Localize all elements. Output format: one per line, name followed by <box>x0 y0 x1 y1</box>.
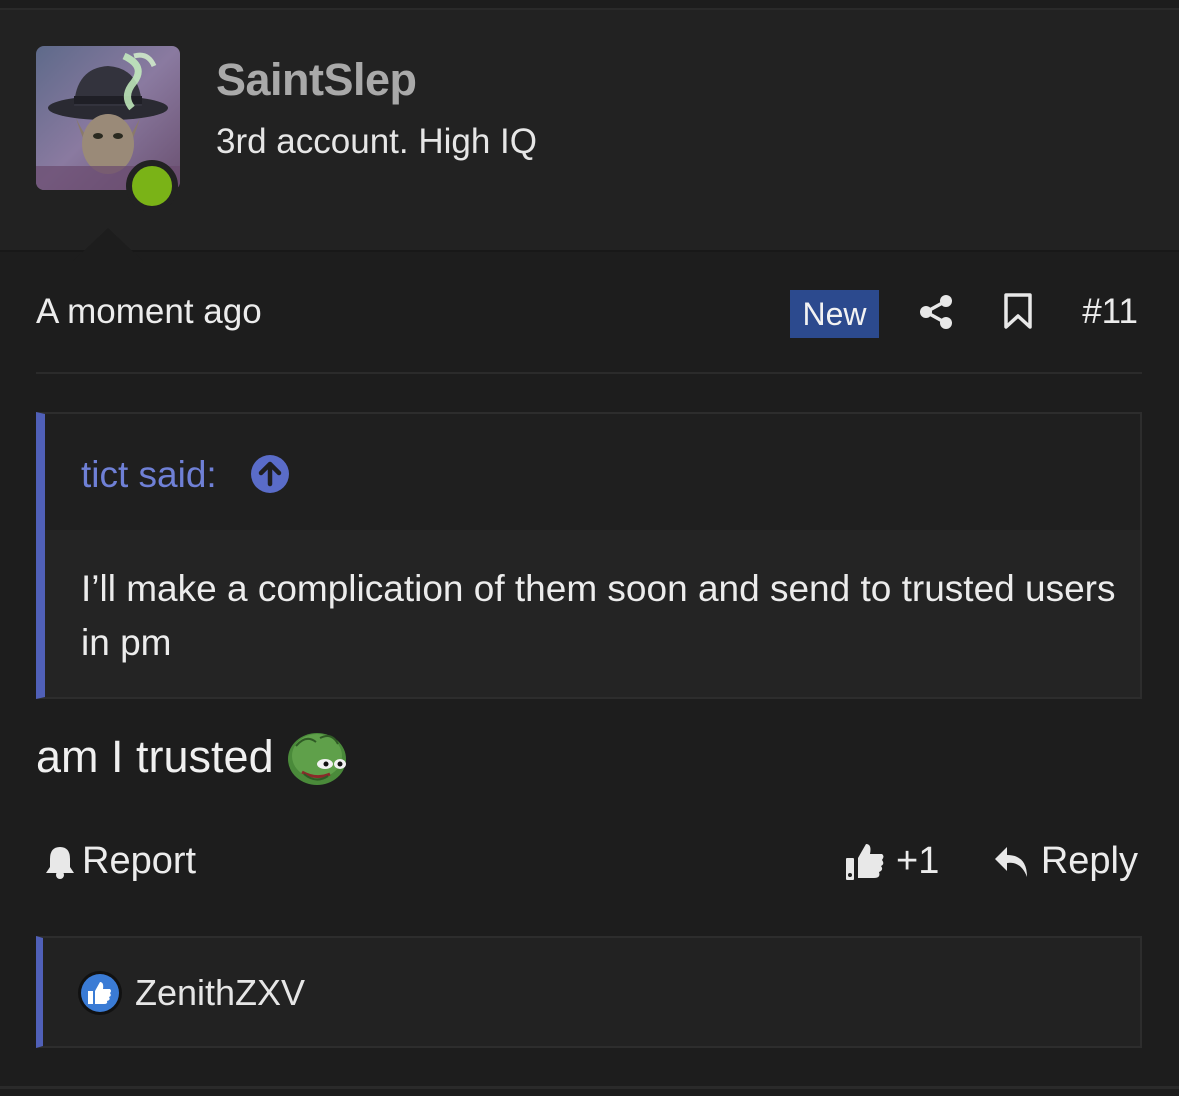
quote-author[interactable]: tict said: <box>81 454 217 496</box>
user-title: 3rd account. High IQ <box>216 122 537 161</box>
like-button[interactable]: +1 <box>844 840 939 883</box>
like-reaction-icon <box>78 971 122 1015</box>
like-count: +1 <box>896 840 940 882</box>
reply-button[interactable]: Reply <box>993 840 1138 883</box>
post-body-text: am I trusted <box>36 731 274 782</box>
quote-block: tict said: I’ll make a complication of t… <box>36 412 1142 699</box>
share-icon[interactable] <box>918 294 954 330</box>
post-body: am I trusted <box>36 722 348 792</box>
bottom-rule <box>0 1086 1179 1089</box>
reply-label: Reply <box>1040 840 1138 882</box>
report-button[interactable]: Report <box>44 840 196 883</box>
new-badge: New <box>790 290 879 338</box>
report-label: Report <box>82 840 197 882</box>
pepe-emoji-icon <box>287 733 346 785</box>
meta-divider <box>36 372 1142 374</box>
username[interactable]: SaintSlep <box>216 54 417 106</box>
bell-icon <box>46 846 74 879</box>
post-actions: Report +1 Reply <box>36 832 1142 892</box>
post-number[interactable]: #11 <box>1082 292 1138 332</box>
quote-header: tict said: <box>45 414 1140 530</box>
bookmark-icon[interactable] <box>1002 292 1034 330</box>
quote-text: I’ll make a complication of them soon an… <box>81 568 1116 663</box>
header-pointer <box>72 228 144 262</box>
arrow-up-circle-icon[interactable] <box>250 454 290 494</box>
post-timestamp[interactable]: A moment ago <box>36 292 262 332</box>
user-header: SaintSlep 3rd account. High IQ <box>0 10 1179 262</box>
reactions-bar[interactable]: ZenithZXV <box>36 936 1142 1048</box>
post-meta-row: A moment ago New #11 <box>36 282 1142 346</box>
reply-arrow-icon <box>994 846 1027 877</box>
thumbs-up-icon <box>846 843 884 880</box>
online-status-indicator <box>126 160 178 212</box>
reactor-name[interactable]: ZenithZXV <box>135 972 305 1014</box>
